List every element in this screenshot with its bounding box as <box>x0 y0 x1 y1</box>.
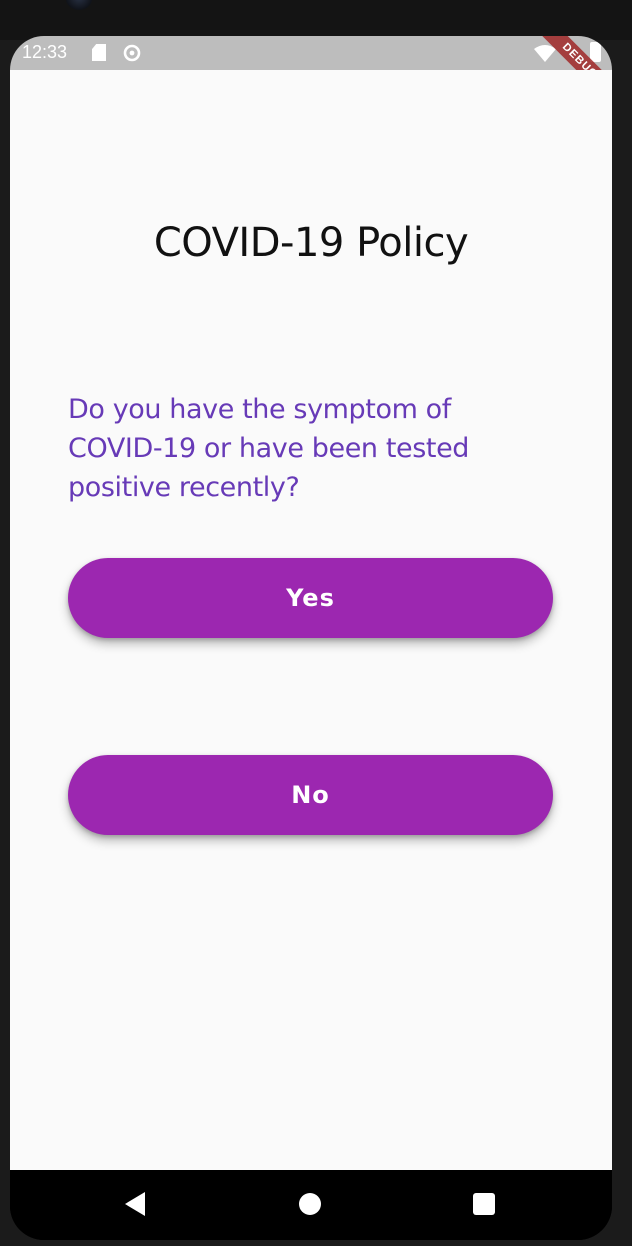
sd-card-icon <box>92 44 106 61</box>
phone-screen: 12:33 DEBUG COVID-19 Policy Do you have … <box>10 36 612 1240</box>
device-top-bezel <box>0 0 632 40</box>
system-nav-bar <box>10 1170 612 1240</box>
question-text: Do you have the symptom of COVID-19 or h… <box>68 394 470 503</box>
front-camera <box>66 0 92 10</box>
home-icon[interactable] <box>299 1193 321 1215</box>
main-content: COVID-19 Policy Do you have the symptom … <box>10 70 612 1170</box>
page-title: COVID-19 Policy <box>153 220 469 266</box>
status-time: 12:33 <box>22 42 68 62</box>
no-button[interactable]: No <box>68 755 553 835</box>
status-bar: 12:33 <box>10 36 612 70</box>
back-icon[interactable] <box>125 1192 145 1216</box>
yes-button[interactable]: Yes <box>68 558 553 638</box>
sync-icon <box>123 44 141 62</box>
recents-icon[interactable] <box>473 1193 495 1215</box>
